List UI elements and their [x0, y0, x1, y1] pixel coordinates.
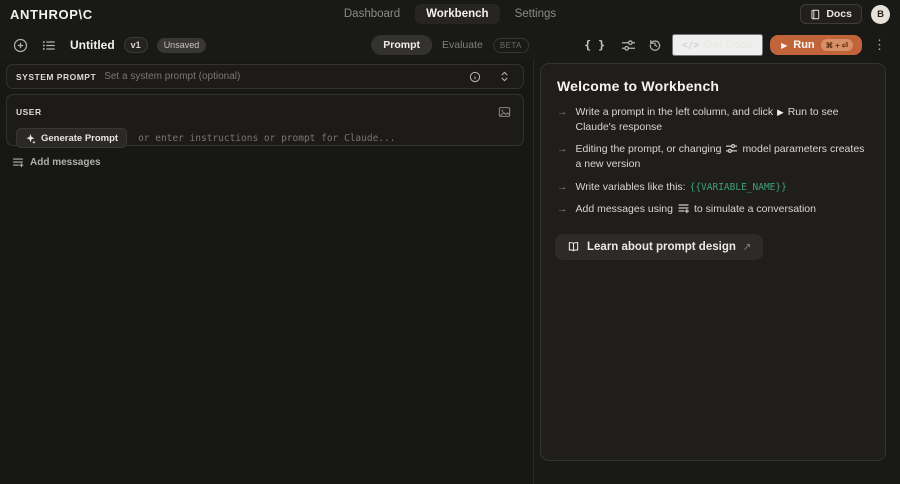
prompt-title[interactable]: Untitled [70, 38, 115, 52]
version-list-icon[interactable] [39, 35, 59, 55]
welcome-bullet-versions: → Editing the prompt, or changing model p… [557, 143, 865, 171]
welcome-title: Welcome to Workbench [557, 78, 720, 94]
add-messages-label: Add messages [30, 156, 101, 168]
variables-icon[interactable]: { } [578, 36, 611, 54]
generate-prompt-label: Generate Prompt [41, 132, 119, 144]
version-badge[interactable]: v1 [123, 37, 148, 53]
panel-divider[interactable] [533, 60, 534, 484]
nav-dashboard[interactable]: Dashboard [333, 4, 411, 24]
arrow-icon: → [557, 106, 568, 118]
welcome-bullet-messages: → Add messages using to simulate a conver… [557, 203, 816, 216]
top-navigation-bar: ANTHROP\C Dashboard Workbench Settings D… [0, 0, 900, 28]
expand-collapse-icon[interactable] [494, 67, 514, 87]
learn-prompt-design-button[interactable]: Learn about prompt design ↗ [555, 234, 764, 261]
play-icon: ▶ [781, 40, 788, 50]
arrow-icon: → [557, 203, 568, 216]
external-link-icon: ↗ [742, 241, 752, 253]
book-icon [811, 9, 820, 19]
run-shortcut-badge: ⌘ + ⏎ [820, 39, 853, 51]
add-messages-icon [12, 158, 24, 168]
docs-button[interactable]: Docs [800, 4, 862, 24]
user-role-label: USER [16, 107, 42, 117]
anthropic-logo[interactable]: ANTHROP\C [10, 7, 93, 22]
get-code-button[interactable]: </> Get Code [672, 34, 764, 56]
more-options-icon[interactable]: ⋮ [869, 37, 890, 53]
system-prompt-placeholder: Set a system prompt (optional) [104, 71, 241, 82]
tab-prompt[interactable]: Prompt [371, 35, 432, 55]
book-open-icon [568, 242, 579, 252]
history-icon[interactable] [645, 35, 665, 55]
beta-badge: BETA [492, 37, 529, 53]
system-prompt-label: SYSTEM PROMPT [16, 71, 97, 82]
info-icon[interactable] [465, 67, 485, 87]
play-icon: ▶ [777, 107, 784, 117]
user-prompt-placeholder[interactable]: or enter instructions or prompt for Clau… [138, 133, 395, 144]
tab-evaluate[interactable]: Evaluate [442, 39, 483, 51]
run-label: Run [793, 39, 815, 51]
model-settings-icon[interactable] [618, 35, 638, 55]
code-icon: </> [682, 39, 700, 51]
welcome-bullet-run: → Write a prompt in the left column, and… [557, 106, 839, 133]
get-code-label: Get Code [704, 39, 754, 51]
system-prompt-box[interactable]: SYSTEM PROMPT Set a system prompt (optio… [6, 64, 524, 89]
add-messages-button[interactable]: Add messages [12, 156, 101, 168]
learn-button-label: Learn about prompt design [587, 241, 736, 254]
user-message-box[interactable]: USER Generate Prompt or enter instructio… [6, 94, 524, 148]
workbench-screen: SYSTEM PROMPT Set a system prompt (optio… [0, 0, 900, 484]
generate-prompt-button[interactable]: Generate Prompt [16, 128, 128, 148]
nav-workbench[interactable]: Workbench [415, 4, 500, 24]
mode-switcher: Prompt Evaluate BETA [371, 35, 529, 55]
add-messages-icon [678, 204, 689, 214]
welcome-bullet-variables: → Write variables like this: {{VARIABLE_N… [557, 180, 787, 193]
new-prompt-icon[interactable] [10, 35, 30, 55]
welcome-card: Welcome to Workbench → Write a prompt in… [540, 63, 886, 461]
arrow-icon: → [557, 143, 568, 156]
account-avatar[interactable]: B [871, 4, 890, 24]
main-nav: Dashboard Workbench Settings [333, 4, 567, 24]
sparkle-icon [26, 133, 36, 144]
variable-token: {{VARIABLE_NAME}} [689, 181, 787, 193]
workbench-toolbar: Untitled v1 Unsaved Prompt Evaluate BETA… [0, 32, 900, 58]
editor-panel: SYSTEM PROMPT Set a system prompt (optio… [0, 60, 533, 484]
model-settings-icon [726, 144, 738, 154]
docs-label: Docs [826, 8, 852, 20]
attach-image-icon[interactable] [494, 102, 514, 122]
arrow-icon: → [557, 180, 568, 193]
nav-settings[interactable]: Settings [504, 4, 568, 24]
unsaved-status-badge: Unsaved [156, 37, 207, 53]
run-button[interactable]: ▶ Run ⌘ + ⏎ [770, 35, 862, 55]
